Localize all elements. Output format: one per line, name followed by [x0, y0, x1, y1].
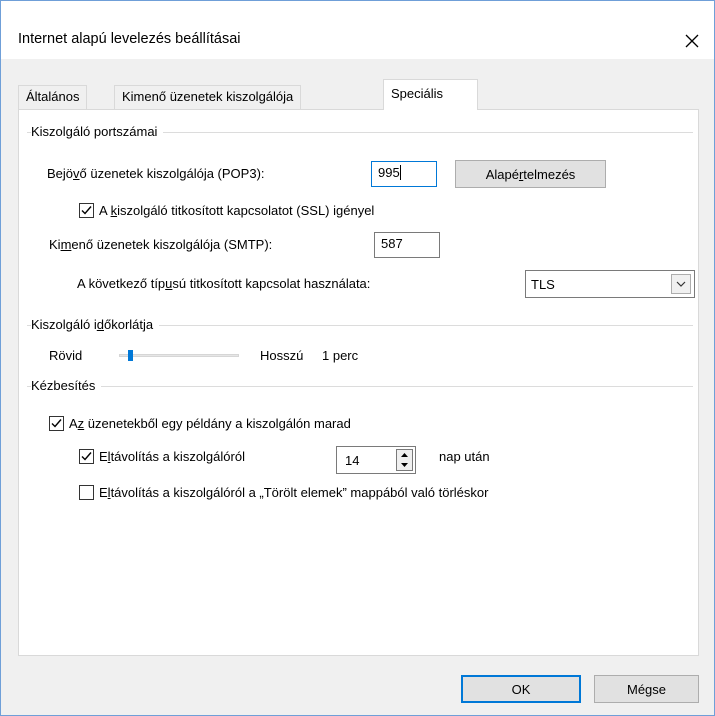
incoming-port-label: Bejövő üzenetek kiszolgálója (POP3): [47, 166, 265, 181]
chevron-down-icon [676, 281, 686, 287]
leave-copy-label[interactable]: Az üzenetekből egy példány a kiszolgálón… [69, 416, 351, 431]
text-caret [399, 165, 401, 180]
outgoing-port-input[interactable]: 587 [374, 232, 440, 258]
remove-after-checkbox[interactable] [79, 449, 94, 464]
timeout-group-label: Kiszolgáló időkorlátja [31, 317, 160, 332]
ssl-checkbox[interactable] [79, 203, 94, 218]
days-value: 14 [345, 453, 360, 468]
tab-strip: Általános Kimenő üzenetek kiszolgálója S… [18, 79, 698, 110]
checkmark-icon [51, 419, 62, 428]
dialog-window: Internet alapú levelezés beállításai Ált… [0, 0, 715, 716]
timeout-value: 1 perc [322, 348, 359, 363]
encryption-type-select[interactable]: TLS [525, 270, 695, 298]
ssl-label[interactable]: A kiszolgáló titkosított kapcsolatot (SS… [99, 203, 374, 218]
cancel-button[interactable]: Mégse [594, 675, 699, 703]
triangle-up-icon [401, 453, 408, 457]
tab-general[interactable]: Általános [18, 85, 88, 109]
checkmark-icon [81, 206, 92, 215]
spinner-arrows [396, 449, 413, 471]
encryption-selected-value: TLS [531, 277, 555, 292]
encryption-label: A következő típusú titkosított kapcsolat… [77, 276, 371, 291]
tab-advanced[interactable]: Speciális [383, 79, 478, 110]
timeout-slider-thumb[interactable] [128, 350, 134, 361]
remove-deleted-checkbox[interactable] [79, 485, 94, 500]
timeout-slider[interactable] [119, 354, 239, 357]
title-bar: Internet alapú levelezés beállításai [1, 1, 714, 59]
close-button[interactable] [670, 23, 714, 59]
delivery-group-label: Kézbesítés [31, 378, 102, 393]
dialog-title: Internet alapú levelezés beállításai [18, 31, 241, 47]
advanced-tab-panel: Kiszolgáló portszámai Bejövő üzenetek ki… [18, 109, 699, 656]
days-spinner[interactable]: 14 [336, 446, 416, 474]
checkmark-icon [81, 452, 92, 461]
days-suffix-label: nap után [439, 449, 490, 464]
incoming-port-input[interactable]: 995 [371, 161, 437, 187]
timeout-short-label: Rövid [49, 348, 83, 363]
remove-after-label[interactable]: Eltávolítás a kiszolgálóról [99, 449, 245, 464]
close-icon [685, 34, 699, 48]
ok-button[interactable]: OK [461, 675, 581, 703]
spin-up-button[interactable] [397, 450, 412, 460]
tab-outgoing-server[interactable]: Kimenő üzenetek kiszolgálója [114, 85, 302, 109]
outgoing-port-label: Kimenő üzenetek kiszolgálója (SMTP): [49, 237, 273, 252]
defaults-button[interactable]: Alapé r telmezés [455, 160, 606, 188]
leave-copy-checkbox[interactable] [49, 416, 64, 431]
triangle-down-icon [401, 463, 408, 467]
dropdown-button[interactable] [671, 274, 691, 294]
timeout-long-label: Hosszú [260, 348, 304, 363]
spin-down-button[interactable] [397, 460, 412, 470]
ports-group-label: Kiszolgáló portszámai [31, 124, 164, 139]
delivery-group-line [27, 386, 693, 387]
remove-deleted-label[interactable]: Eltávolítás a kiszolgálóról a „Törölt el… [99, 485, 488, 500]
